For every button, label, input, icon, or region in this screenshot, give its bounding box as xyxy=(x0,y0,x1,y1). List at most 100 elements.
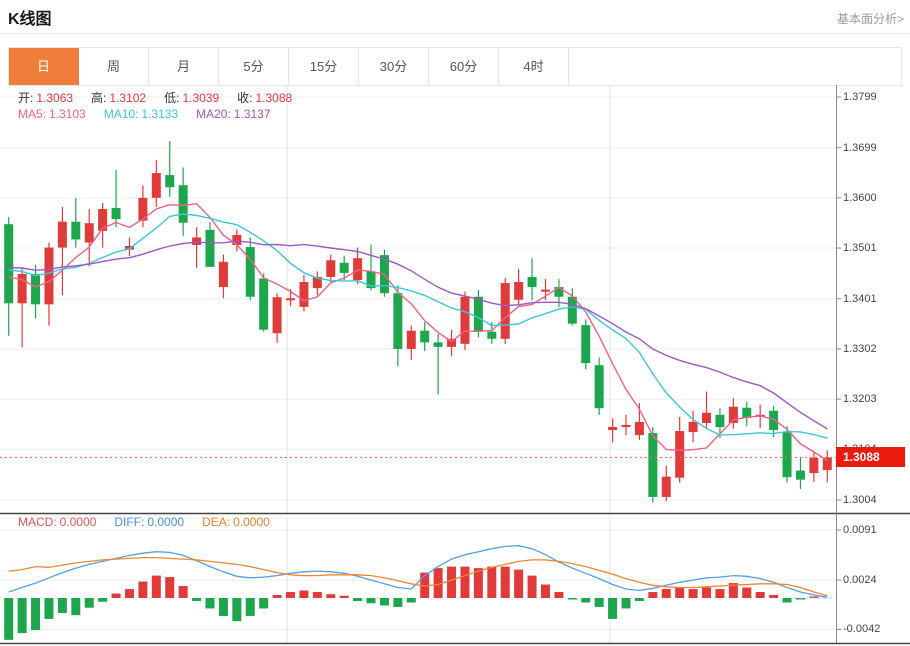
low-value: 1.3039 xyxy=(182,91,219,105)
ma5-value: 1.3103 xyxy=(49,107,86,121)
candle-body xyxy=(474,297,483,332)
ma-readout: MA5:1.3103 MA10:1.3133 MA20:1.3137 xyxy=(18,107,271,121)
close-value: 1.3088 xyxy=(255,91,292,105)
macd-hist-bar xyxy=(595,598,604,607)
candle-body xyxy=(58,222,67,248)
macd-hist-bar xyxy=(98,598,107,602)
candle-body xyxy=(18,274,27,303)
ohlc-readout: 开:1.3063 高:1.3102 低:1.3039 收:1.3088 xyxy=(18,89,292,106)
candle-body xyxy=(796,471,805,480)
macd-hist-bar xyxy=(367,598,376,603)
candle-body xyxy=(514,282,523,300)
candle-body xyxy=(581,325,590,363)
macd-hist-bar xyxy=(353,598,362,601)
macd-hist-bar xyxy=(125,589,134,598)
candle-body xyxy=(407,331,416,349)
ma10-line xyxy=(9,214,828,438)
macd-hist-bar xyxy=(528,576,537,598)
candle-body xyxy=(702,413,711,423)
candle-body xyxy=(259,278,268,329)
macd-hist-bar xyxy=(18,598,27,633)
ma5-label: MA5: xyxy=(18,107,46,121)
macd-readout: MACD:0.0000 DIFF:0.0000 DEA:0.0000 xyxy=(18,515,270,529)
candle-body xyxy=(595,365,604,408)
macd-hist-bar xyxy=(622,598,631,608)
candle-body xyxy=(420,331,429,343)
macd-hist-bar xyxy=(192,598,201,601)
candle-body xyxy=(689,422,698,432)
price-axis-label: 1.3302 xyxy=(843,343,877,355)
close-label: 收: xyxy=(237,89,252,106)
candle-body xyxy=(219,262,228,287)
macd-hist-bar xyxy=(554,592,563,598)
macd-hist-bar xyxy=(648,592,657,598)
candle-body xyxy=(501,283,510,339)
macd-axis-label: 0.0024 xyxy=(843,574,877,586)
ma20-value: 1.3137 xyxy=(234,107,271,121)
candle-body xyxy=(85,223,94,242)
candle-body xyxy=(165,175,174,187)
candle-body xyxy=(675,431,684,478)
macd-hist-bar xyxy=(675,588,684,598)
macd-hist-bar xyxy=(514,570,523,598)
price-axis-label: 1.3401 xyxy=(843,293,877,305)
candle-body xyxy=(528,277,537,287)
macd-hist-bar xyxy=(313,592,322,598)
candle-body xyxy=(340,263,349,273)
price-axis-label: 1.3600 xyxy=(843,192,877,204)
candle-body xyxy=(179,185,188,223)
diff-value: 0.0000 xyxy=(147,515,184,529)
macd-hist-bar xyxy=(206,598,215,608)
high-value: 1.3102 xyxy=(109,91,146,105)
candle-body xyxy=(286,298,295,300)
macd-hist-bar xyxy=(232,598,241,621)
candle-body xyxy=(353,258,362,280)
candle-body xyxy=(608,427,617,430)
candle-body xyxy=(635,422,644,435)
candle-body xyxy=(299,282,308,307)
kline-widget: K线图 基本面分析> 日周月5分15分30分60分4时 开:1.3063 高:1… xyxy=(0,0,910,646)
macd-hist-bar xyxy=(568,598,577,599)
macd-label: MACD: xyxy=(18,515,57,529)
candle-body xyxy=(112,208,121,219)
macd-value: 0.0000 xyxy=(60,515,97,529)
macd-hist-bar xyxy=(138,582,147,598)
macd-hist-bar xyxy=(286,592,295,598)
open-value: 1.3063 xyxy=(36,91,73,105)
macd-hist-bar xyxy=(259,598,268,608)
candle-body xyxy=(783,432,792,477)
candle-body xyxy=(31,274,40,304)
macd-hist-bar xyxy=(769,595,778,598)
current-price-tag: 1.3088 xyxy=(836,447,905,467)
dea-value: 0.0000 xyxy=(233,515,270,529)
macd-hist-bar xyxy=(152,576,161,598)
macd-hist-bar xyxy=(541,585,550,598)
ma20-line xyxy=(9,241,828,429)
price-axis-label: 1.3699 xyxy=(843,142,877,154)
macd-hist-bar xyxy=(487,567,496,598)
candle-body xyxy=(192,237,201,245)
candle-body xyxy=(44,248,53,305)
macd-axis-label: -0.0042 xyxy=(843,623,880,635)
macd-hist-bar xyxy=(715,589,724,598)
macd-hist-bar xyxy=(246,598,255,616)
macd-hist-bar xyxy=(581,598,590,602)
candle-body xyxy=(152,173,161,198)
ma10-value: 1.3133 xyxy=(141,107,178,121)
candle-body xyxy=(809,458,818,473)
macd-hist-bar xyxy=(662,589,671,598)
macd-hist-bar xyxy=(702,588,711,598)
macd-hist-bar xyxy=(165,577,174,598)
dea-label: DEA: xyxy=(202,515,230,529)
macd-hist-bar xyxy=(407,598,416,602)
macd-hist-bar xyxy=(31,598,40,630)
macd-hist-bar xyxy=(71,598,80,615)
candle-body xyxy=(273,297,282,333)
price-axis-label: 1.3203 xyxy=(843,393,877,405)
macd-hist-bar xyxy=(460,567,469,598)
candle-body xyxy=(823,457,832,470)
ma10-label: MA10: xyxy=(104,107,139,121)
macd-hist-bar xyxy=(219,598,228,616)
candle-body xyxy=(71,222,80,240)
candle-body xyxy=(393,293,402,349)
